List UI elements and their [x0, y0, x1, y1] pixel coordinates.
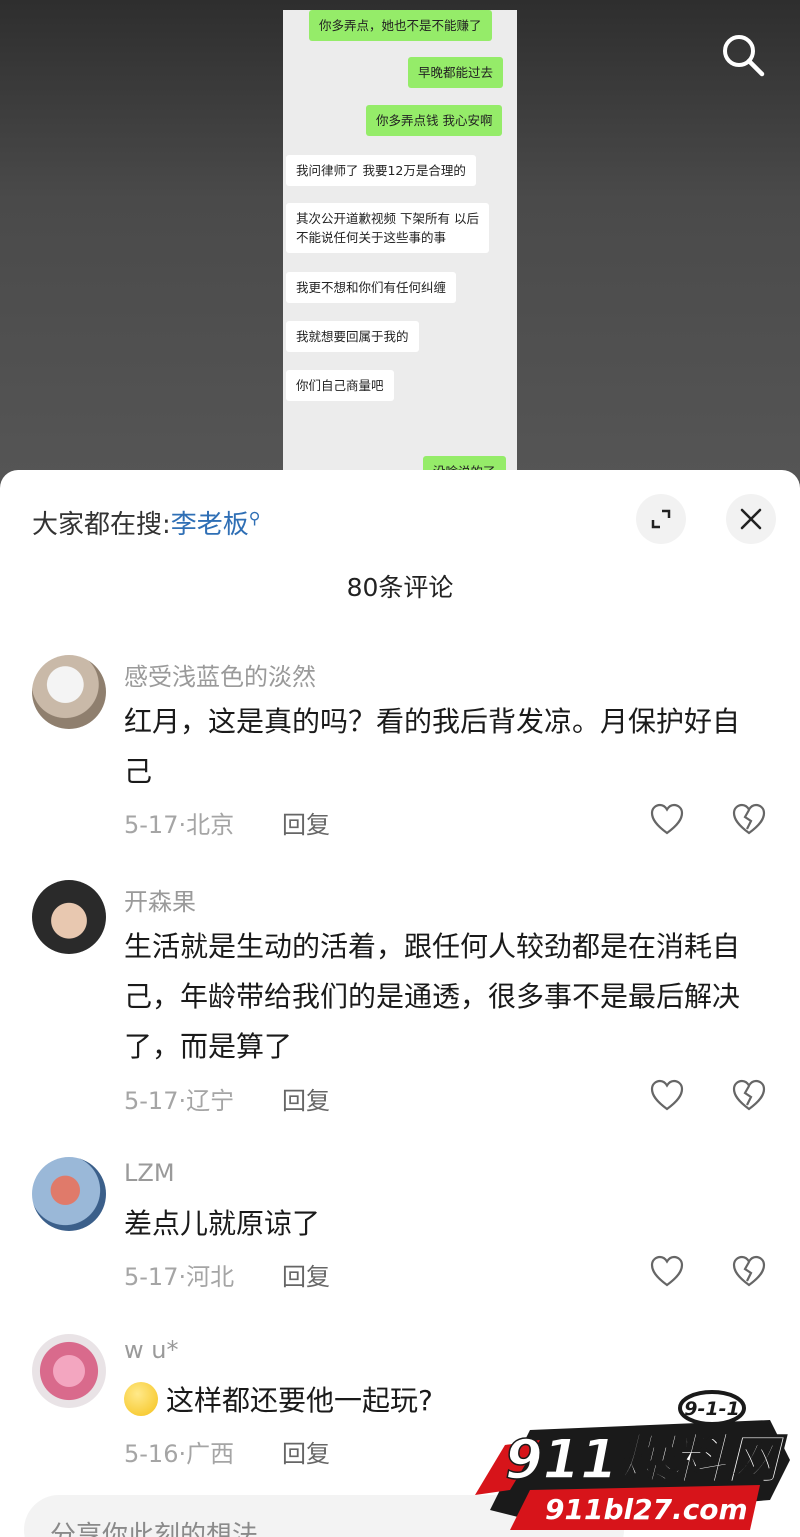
chat-bubble: 我问律师了 我要12万是合理的 — [286, 155, 476, 186]
chat-bubble: 我就想要回属于我的 — [286, 321, 419, 352]
watermark-badge: 9-1-1 — [684, 1398, 739, 1420]
search-icon[interactable] — [718, 30, 768, 80]
reply-button[interactable]: 回复 — [282, 1081, 330, 1116]
video-area[interactable]: 你多弄点，她也不是不能赚了 早晚都能过去 你多弄点钱 我心安啊 我问律师了 我要… — [0, 0, 800, 500]
hot-search-keyword[interactable]: 李老板 — [171, 510, 249, 540]
comment-text: 差点儿就原谅了 — [124, 1207, 321, 1240]
comment-username[interactable]: 感受浅蓝色的淡然 — [124, 657, 316, 692]
avatar[interactable] — [32, 655, 106, 729]
comment-count: 80条评论 — [346, 573, 454, 602]
watermark-url: 911bl27.com — [545, 1493, 748, 1526]
broken-heart-icon[interactable] — [732, 1079, 766, 1113]
comment-username[interactable]: LZM — [124, 1159, 175, 1187]
watermark-title: 911爆料网 — [505, 1428, 788, 1491]
search-small-icon: ⚲ — [248, 508, 261, 528]
chat-screenshot: 你多弄点，她也不是不能赚了 早晚都能过去 你多弄点钱 我心安啊 我问律师了 我要… — [283, 10, 517, 490]
heart-icon[interactable] — [650, 1079, 684, 1113]
chat-bubble: 你们自己商量吧 — [286, 370, 394, 401]
chat-bubble: 你多弄点钱 我心安啊 — [366, 105, 503, 136]
reply-button[interactable]: 回复 — [282, 1434, 330, 1469]
expand-icon — [651, 509, 671, 529]
hot-search-prefix: 大家都在搜: — [32, 510, 171, 540]
comment-meta: 5-17·北京 — [124, 811, 235, 839]
chat-bubble: 我更不想和你们有任何纠缠 — [286, 272, 457, 303]
comment-username[interactable]: 开森果 — [124, 882, 196, 917]
broken-heart-icon[interactable] — [732, 803, 766, 837]
comment-meta: 5-16·广西 — [124, 1440, 235, 1468]
comment-username[interactable]: w u* — [124, 1336, 178, 1364]
chat-bubble: 你多弄点，她也不是不能赚了 — [309, 10, 492, 41]
comment-text: 红月，这是真的吗？看的我后背发凉。月保护好自己 — [124, 705, 741, 788]
chat-bubble: 其次公开道歉视频 下架所有 以后 不能说任何关于这些事的事 — [286, 203, 489, 253]
comment-meta: 5-17·河北 — [124, 1263, 235, 1291]
heart-icon[interactable] — [650, 1255, 684, 1289]
hot-search-bar[interactable]: 大家都在搜:李老板⚲ — [32, 504, 261, 541]
close-button[interactable] — [726, 494, 776, 544]
comment-meta: 5-17·辽宁 — [124, 1087, 235, 1115]
reply-button[interactable]: 回复 — [282, 1257, 330, 1292]
comments-sheet: 大家都在搜:李老板⚲ 80条评论 感受浅蓝色的淡然 红月，这是真的吗？看的我后背… — [0, 470, 800, 1537]
input-placeholder: 分享你此刻的想法 — [50, 1521, 259, 1537]
avatar[interactable] — [32, 880, 106, 954]
close-icon — [740, 508, 762, 530]
broken-heart-icon[interactable] — [732, 1255, 766, 1289]
avatar[interactable] — [32, 1157, 106, 1231]
smiley-emoji-icon — [124, 1382, 158, 1416]
expand-button[interactable] — [636, 494, 686, 544]
comment-text: 生活就是生动的活着，跟任何人较劲都是在消耗自己，年龄带给我们的是通透，很多事不是… — [124, 930, 741, 1063]
reply-button[interactable]: 回复 — [282, 805, 330, 840]
watermark-logo: 9-1-1 911爆料网 911bl27.com — [475, 1390, 790, 1530]
chat-bubble: 早晚都能过去 — [408, 57, 504, 88]
avatar[interactable] — [32, 1334, 106, 1408]
comment-text: 这样都还要他一起玩? — [166, 1384, 433, 1417]
heart-icon[interactable] — [650, 803, 684, 837]
